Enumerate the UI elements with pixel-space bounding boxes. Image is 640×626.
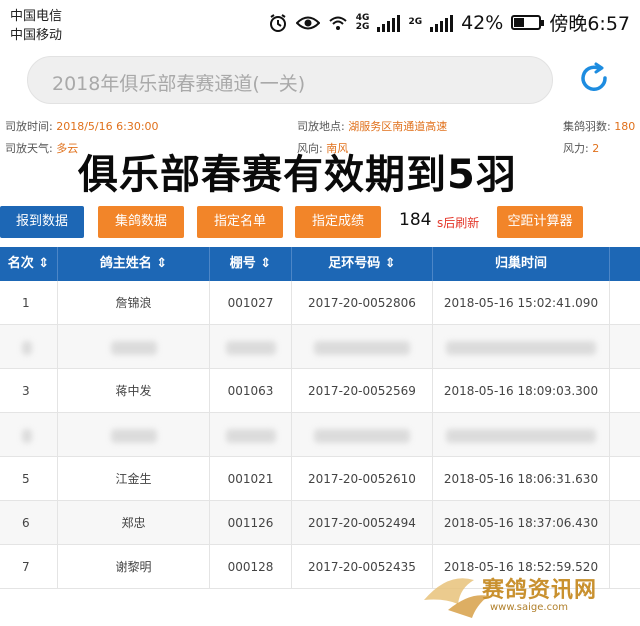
owner-cell: 郑忠 xyxy=(58,501,210,545)
table-row-blurred[interactable] xyxy=(0,413,640,457)
rank-cell: 5 xyxy=(0,457,58,501)
pigeon-count: 集鸽羽数: 180 xyxy=(563,120,636,133)
distance-calculator-button[interactable]: 空距计算器 xyxy=(497,206,583,238)
loft-cell: 001063 xyxy=(210,369,292,413)
redacted-value xyxy=(225,428,276,443)
carrier-1: 中国电信 xyxy=(10,9,63,24)
refresh-icon[interactable] xyxy=(578,62,610,94)
rank-cell xyxy=(0,413,58,457)
redacted-value xyxy=(446,428,596,443)
release-time: 司放时间: 2018/5/16 6:30:00 xyxy=(5,120,159,133)
clock: 傍晚6:57 xyxy=(549,13,630,35)
extra-cell xyxy=(610,281,640,325)
extra-cell xyxy=(610,501,640,545)
status-bar: 中国电信 中国移动 4G 2G 2G 42% 傍晚6:57 xyxy=(0,0,640,44)
wind-power: 风力: 2 xyxy=(563,142,600,155)
return-time-cell: 2018-05-16 18:09:03.300 xyxy=(433,369,610,413)
release-weather: 司放天气: 多云 xyxy=(5,142,79,155)
loft-cell: 001021 xyxy=(210,457,292,501)
column-header-more xyxy=(610,247,640,281)
ring-cell: 2017-20-0052494 xyxy=(292,501,433,545)
watermark-name: 赛鸽资讯网 xyxy=(482,578,598,603)
rank-cell: 3 xyxy=(0,369,58,413)
network-type-tag-1: 4G 2G xyxy=(355,12,370,32)
ring-cell: 2017-20-0052610 xyxy=(292,457,433,501)
rank-cell: 1 xyxy=(0,281,58,325)
redacted-value xyxy=(110,340,157,355)
loft-cell xyxy=(210,325,292,369)
eye-icon xyxy=(295,16,320,29)
ring-cell: 2017-20-0052806 xyxy=(292,281,433,325)
owner-cell: 江金生 xyxy=(58,457,210,501)
table-row[interactable]: 6 郑忠 001126 2017-20-0052494 2018-05-16 18:37… xyxy=(0,501,640,545)
column-header-return-time: 归巢时间 xyxy=(433,247,610,281)
release-place: 司放地点: 湖服务区南通道高速 xyxy=(297,120,448,133)
refresh-countdown-suffix: s后刷新 xyxy=(437,216,480,230)
wifi-icon xyxy=(329,16,347,30)
loft-cell: 001027 xyxy=(210,281,292,325)
redacted-value xyxy=(314,428,410,443)
signal-icon-1 xyxy=(377,14,401,32)
rank-cell xyxy=(0,325,58,369)
battery-percent: 42% xyxy=(461,11,504,34)
loft-cell: 000128 xyxy=(210,545,292,589)
loft-cell: 001126 xyxy=(210,501,292,545)
ring-cell: 2017-20-0052435 xyxy=(292,545,433,589)
redacted-value xyxy=(22,428,32,443)
ring-cell: 2017-20-0052569 xyxy=(292,369,433,413)
column-header-ring[interactable]: 足环号码 ⇕ xyxy=(292,247,433,281)
owner-cell xyxy=(58,413,210,457)
redacted-value xyxy=(225,340,276,355)
refresh-countdown: 184 xyxy=(399,210,432,230)
rank-cell: 6 xyxy=(0,501,58,545)
extra-cell xyxy=(610,413,640,457)
collect-data-button[interactable]: 集鸽数据 xyxy=(98,206,184,238)
redacted-value xyxy=(314,340,410,355)
overlay-caption: 俱乐部春赛有效期到5羽 xyxy=(78,152,517,198)
designated-results-button[interactable]: 指定成绩 xyxy=(295,206,381,238)
return-time-cell xyxy=(433,413,610,457)
redacted-value xyxy=(110,428,157,443)
carrier-2: 中国移动 xyxy=(10,28,63,43)
return-time-cell xyxy=(433,325,610,369)
column-header-owner[interactable]: 鸽主姓名 ⇕ xyxy=(58,247,210,281)
loft-cell xyxy=(210,413,292,457)
rank-cell: 7 xyxy=(0,545,58,589)
report-data-button[interactable]: 报到数据 xyxy=(0,206,84,238)
owner-cell: 蒋中发 xyxy=(58,369,210,413)
owner-cell: 詹锦浪 xyxy=(58,281,210,325)
return-time-cell: 2018-05-16 18:06:31.630 xyxy=(433,457,610,501)
designated-list-button[interactable]: 指定名单 xyxy=(197,206,283,238)
ring-cell xyxy=(292,413,433,457)
redacted-value xyxy=(446,340,596,355)
redacted-value xyxy=(22,340,32,355)
table-row-blurred[interactable] xyxy=(0,325,640,369)
network-type-tag-2: 2G xyxy=(408,17,423,27)
table-header: 名次 ⇕ 鸽主姓名 ⇕ 棚号 ⇕ 足环号码 ⇕ 归巢时间 xyxy=(0,247,640,281)
table-row[interactable]: 5 江金生 001021 2017-20-0052610 2018-05-16 18:0… xyxy=(0,457,640,501)
return-time-cell: 2018-05-16 15:02:41.090 xyxy=(433,281,610,325)
column-header-rank[interactable]: 名次 ⇕ xyxy=(0,247,58,281)
ring-cell xyxy=(292,325,433,369)
extra-cell xyxy=(610,325,640,369)
extra-cell xyxy=(610,457,640,501)
owner-cell: 谢黎明 xyxy=(58,545,210,589)
extra-cell xyxy=(610,369,640,413)
page-title: 2018年俱乐部春赛通道(一关) xyxy=(52,73,306,95)
alarm-icon xyxy=(269,13,286,32)
owner-cell xyxy=(58,325,210,369)
table-row[interactable]: 3 蒋中发 001063 2017-20-0052569 2018-05-16 18:0… xyxy=(0,369,640,413)
signal-icon-2 xyxy=(430,14,454,32)
column-header-loft[interactable]: 棚号 ⇕ xyxy=(210,247,292,281)
title-bar: 2018年俱乐部春赛通道(一关) xyxy=(27,56,553,104)
watermark-url: www.saige.com xyxy=(490,602,568,613)
battery-icon xyxy=(511,15,545,30)
table-row[interactable]: 1 詹锦浪 001027 2017-20-0052806 2018-05-16 15:0… xyxy=(0,281,640,325)
return-time-cell: 2018-05-16 18:37:06.430 xyxy=(433,501,610,545)
